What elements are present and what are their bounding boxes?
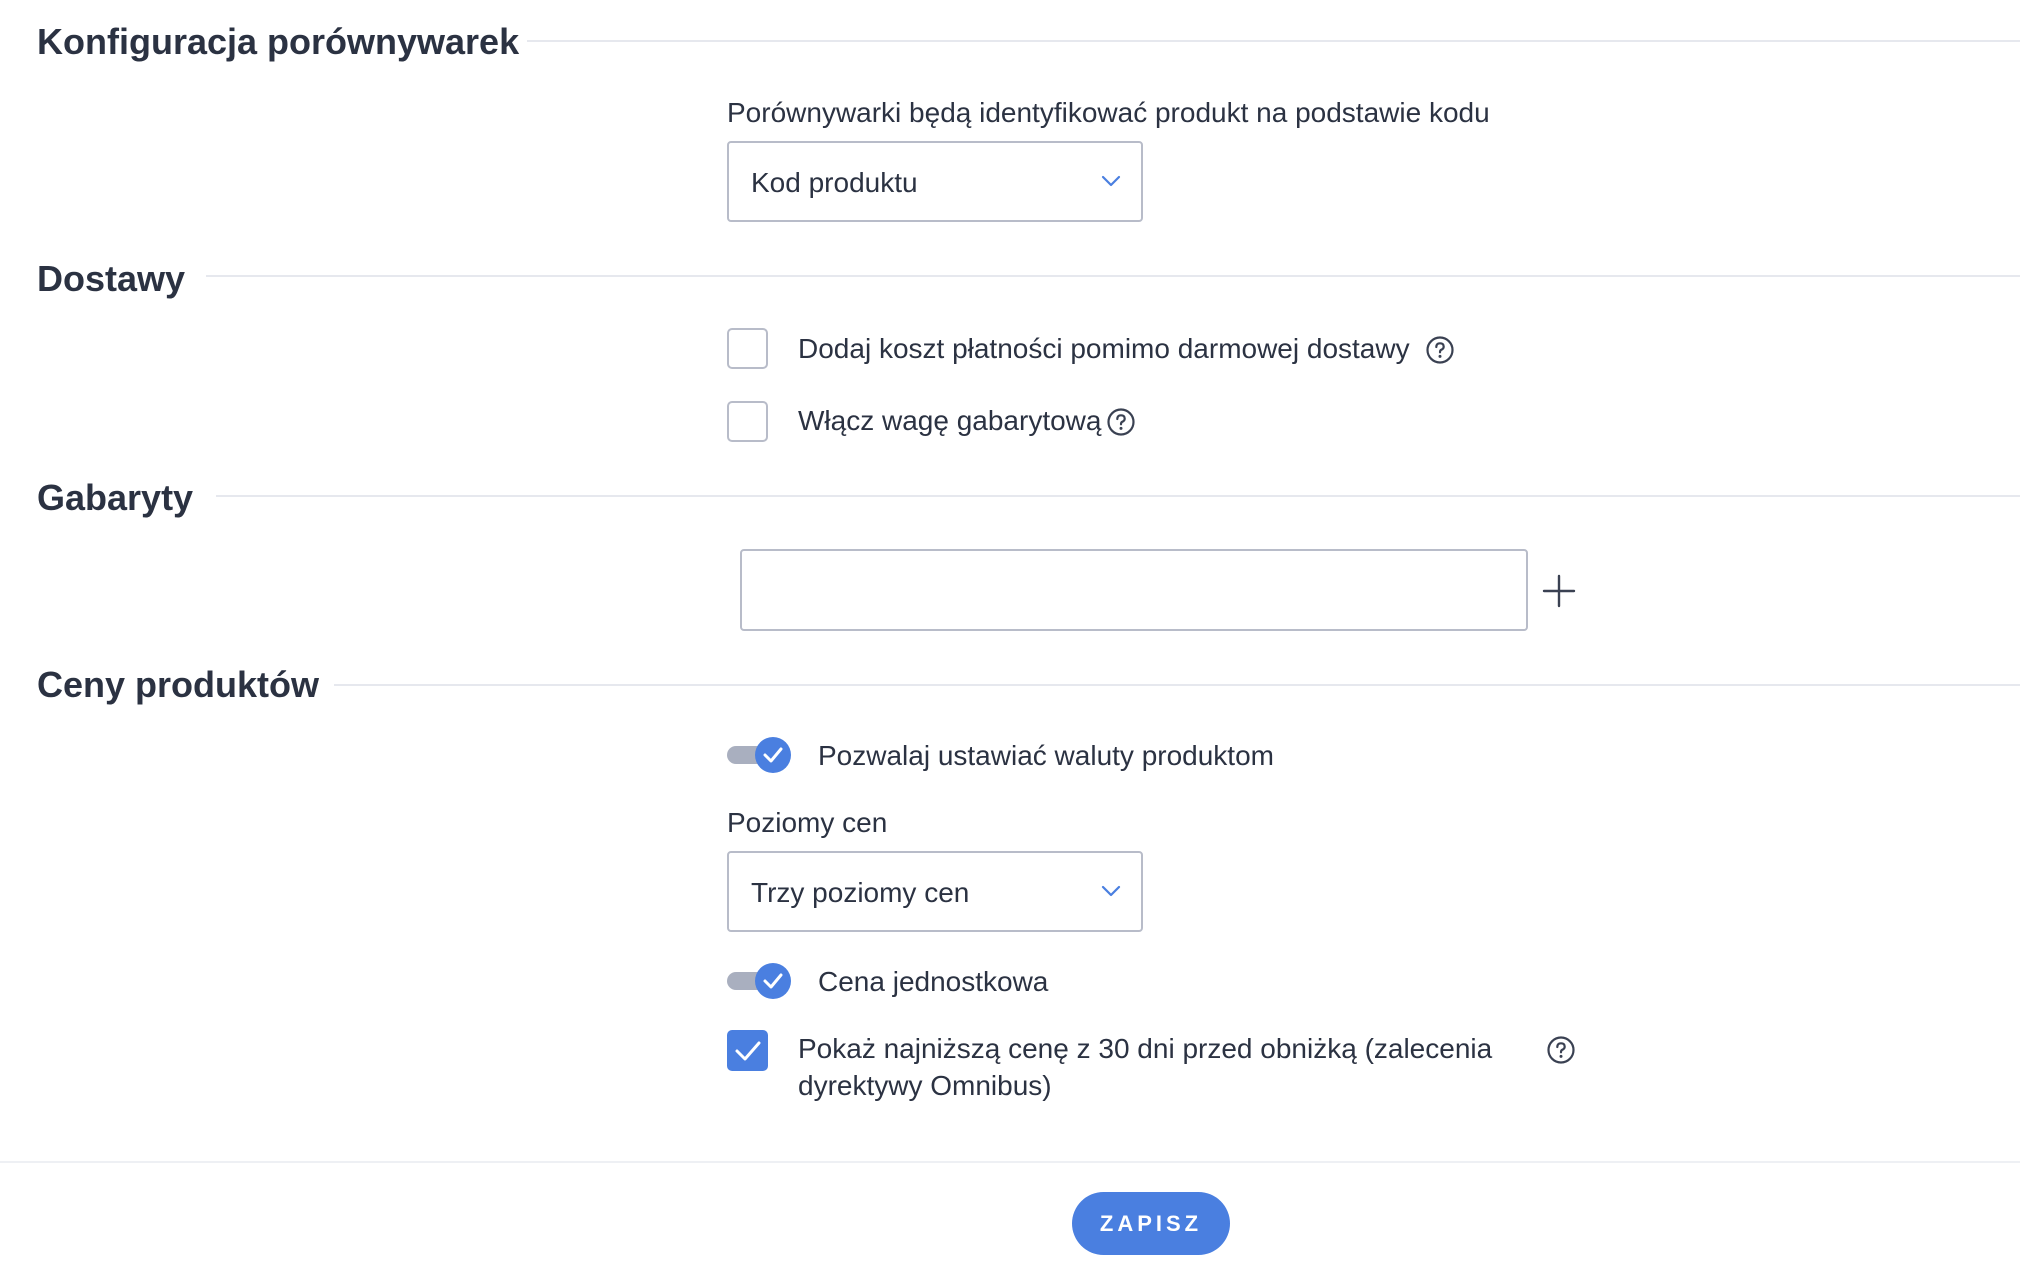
section-divider-prices <box>334 684 2020 686</box>
section-title-comparators: Konfiguracja porównywarek <box>37 21 520 62</box>
omnibus-label-line1: Pokaż najniższą cenę z 30 dni przed obni… <box>798 1033 1493 1064</box>
currency-toggle[interactable] <box>727 737 793 773</box>
chevron-down-icon <box>1101 175 1121 187</box>
omnibus-label-line2: dyrektywy Omnibus) <box>798 1070 1052 1101</box>
footer-bar <box>0 1161 2020 1278</box>
settings-page: Konfiguracja porównywarek Porównywarki b… <box>0 0 2020 1278</box>
check-icon <box>763 747 783 763</box>
save-button[interactable]: ZAPISZ <box>1072 1192 1230 1255</box>
dimensions-input[interactable] <box>740 549 1528 631</box>
chevron-down-icon <box>1101 885 1121 897</box>
price-levels-label: Poziomy cen <box>727 807 888 838</box>
section-divider-dimensions <box>216 495 2020 497</box>
question-circle-icon[interactable] <box>1106 407 1136 437</box>
add-payment-cost-label: Dodaj koszt płatności pomimo darmowej do… <box>798 333 1410 364</box>
comparator-code-select[interactable]: Kod produktu <box>727 141 1143 222</box>
check-icon <box>735 1041 761 1061</box>
question-circle-icon[interactable] <box>1425 335 1455 365</box>
price-levels-select[interactable]: Trzy poziomy cen <box>727 851 1143 932</box>
unit-price-toggle[interactable] <box>727 963 793 999</box>
comparator-identify-label: Porównywarki będą identyfikować produkt … <box>727 97 1490 128</box>
comparator-code-select-value: Kod produktu <box>751 167 918 198</box>
section-title-deliveries: Dostawy <box>37 258 186 299</box>
unit-price-label: Cena jednostkowa <box>818 966 1049 997</box>
toggle-knob <box>755 737 791 773</box>
dimensional-weight-checkbox[interactable] <box>727 401 768 442</box>
plus-icon[interactable] <box>1541 573 1577 609</box>
section-title-prices: Ceny produktów <box>37 664 320 705</box>
price-levels-select-value: Trzy poziomy cen <box>751 877 970 908</box>
question-circle-icon[interactable] <box>1546 1035 1576 1065</box>
section-divider-deliveries <box>206 275 2020 277</box>
dimensional-weight-label: Włącz wagę gabarytową <box>798 405 1102 436</box>
currency-toggle-label: Pozwalaj ustawiać waluty produktom <box>818 740 1274 771</box>
section-title-dimensions: Gabaryty <box>37 477 194 518</box>
add-payment-cost-checkbox[interactable] <box>727 328 768 369</box>
omnibus-checkbox[interactable] <box>727 1030 768 1071</box>
check-icon <box>763 973 783 989</box>
toggle-knob <box>755 963 791 999</box>
section-divider-comparators <box>527 40 2020 42</box>
